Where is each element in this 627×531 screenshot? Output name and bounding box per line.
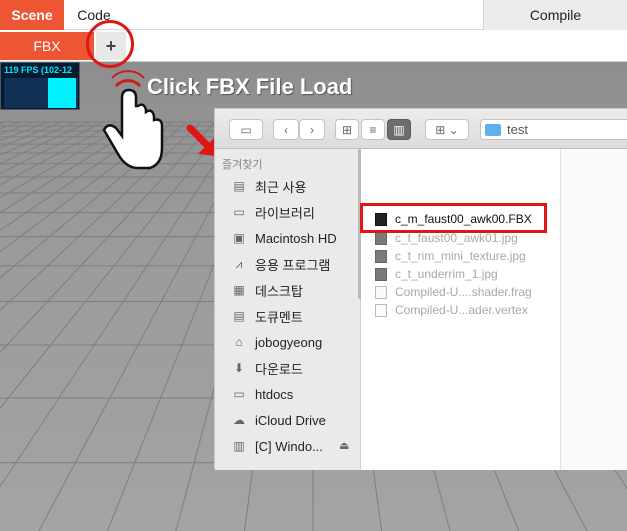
- file-item[interactable]: Compiled-U...ader.vertex: [375, 301, 528, 319]
- compile-button[interactable]: Compile: [483, 0, 627, 30]
- sidebar-item-downloads[interactable]: ⬇ 다운로드: [231, 358, 303, 378]
- file-open-dialog: ▭ ‹ › ⊞ ≡ ▥ ⊞ ⌄ test 즐겨찾기 ▤ 최근 사용 ▭ 라이브러리 …: [214, 108, 627, 470]
- dialog-sidebar: 즐겨찾기 ▤ 최근 사용 ▭ 라이브러리 ▣ Macintosh HD ⩘ 응용 프로그…: [215, 149, 362, 470]
- sidebar-toggle-button[interactable]: ▭: [229, 119, 263, 140]
- folder-icon: ▭: [233, 205, 245, 219]
- preview-column: [561, 149, 627, 470]
- list-view-button[interactable]: ≡: [361, 119, 385, 140]
- back-button[interactable]: ‹: [273, 119, 299, 140]
- folder-icon: [485, 123, 501, 136]
- sidebar-item-desktop[interactable]: ▦ 데스크탑: [231, 280, 303, 300]
- forward-button[interactable]: ›: [299, 119, 325, 140]
- eject-icon[interactable]: ⏏: [339, 439, 349, 452]
- fps-graph: [4, 78, 78, 108]
- sidebar-item-macintosh-hd[interactable]: ▣ Macintosh HD: [231, 228, 336, 248]
- disk-icon: ▥: [233, 439, 245, 453]
- selected-file-highlight: [360, 203, 547, 233]
- icon-view-button[interactable]: ⊞: [335, 119, 359, 140]
- hard-drive-icon: ▣: [233, 231, 245, 245]
- fps-bar: [48, 78, 76, 108]
- tab-scene[interactable]: Scene: [0, 0, 64, 30]
- sidebar-item-recents[interactable]: ▤ 최근 사용: [231, 176, 306, 196]
- image-file-icon: [375, 249, 387, 263]
- documents-icon: ▤: [233, 309, 245, 323]
- column-view-button[interactable]: ▥: [387, 119, 411, 140]
- favorites-heading: 즐겨찾기: [222, 159, 263, 171]
- desktop-icon: ▦: [233, 283, 245, 297]
- add-button-highlight: [86, 20, 134, 68]
- image-file-icon: [375, 231, 387, 245]
- home-icon: ⌂: [235, 335, 243, 349]
- fps-readout: 119 FPS (102-12: [4, 65, 73, 75]
- dialog-toolbar: ▭ ‹ › ⊞ ≡ ▥ ⊞ ⌄ test: [215, 109, 627, 149]
- sidebar-item-icloud[interactable]: ☁ iCloud Drive: [231, 410, 326, 430]
- file-column: c_m_faust00_awk00.FBX c_t_faust00_awk01.…: [361, 149, 561, 470]
- arrange-icon: ⊞ ⌄: [435, 122, 459, 137]
- arrange-menu-button[interactable]: ⊞ ⌄: [425, 119, 469, 140]
- cloud-icon: ☁: [233, 413, 245, 427]
- chevron-left-icon: ‹: [284, 122, 288, 137]
- file-item[interactable]: c_t_rim_mini_texture.jpg: [375, 247, 526, 265]
- document-file-icon: [375, 285, 387, 299]
- sidebar-item-windows-drive[interactable]: ▥ [C] Windo...: [231, 436, 323, 456]
- applications-icon: ⩘: [235, 256, 243, 271]
- sidebar-item-applications[interactable]: ⩘ 응용 프로그램: [231, 254, 331, 274]
- file-item[interactable]: Compiled-U....shader.frag: [375, 283, 532, 301]
- sidebar-item-home[interactable]: ⌂ jobogyeong: [231, 332, 322, 352]
- list-icon: ≡: [369, 122, 377, 137]
- sidebar-item-htdocs[interactable]: ▭ htdocs: [231, 384, 293, 404]
- columns-icon: ▥: [393, 122, 405, 137]
- sidebar-item-documents[interactable]: ▤ 도큐멘트: [231, 306, 303, 326]
- current-folder-label: test: [507, 122, 528, 137]
- chevron-right-icon: ›: [310, 122, 314, 137]
- folder-icon: ▭: [233, 387, 245, 401]
- sidebar-item-library[interactable]: ▭ 라이브러리: [231, 202, 314, 222]
- image-file-icon: [375, 267, 387, 281]
- tab-fbx[interactable]: FBX: [0, 32, 94, 60]
- hint-text: Click FBX File Load: [147, 74, 353, 99]
- clock-icon: ▤: [233, 179, 245, 193]
- document-file-icon: [375, 303, 387, 317]
- folder-select[interactable]: test: [480, 119, 627, 140]
- grid-icon: ⊞: [341, 122, 353, 137]
- sidebar-icon: ▭: [240, 122, 252, 137]
- file-item[interactable]: c_t_underrim_1.jpg: [375, 265, 498, 283]
- download-icon: ⬇: [233, 361, 245, 375]
- fps-stats-panel: 119 FPS (102-12: [0, 62, 80, 110]
